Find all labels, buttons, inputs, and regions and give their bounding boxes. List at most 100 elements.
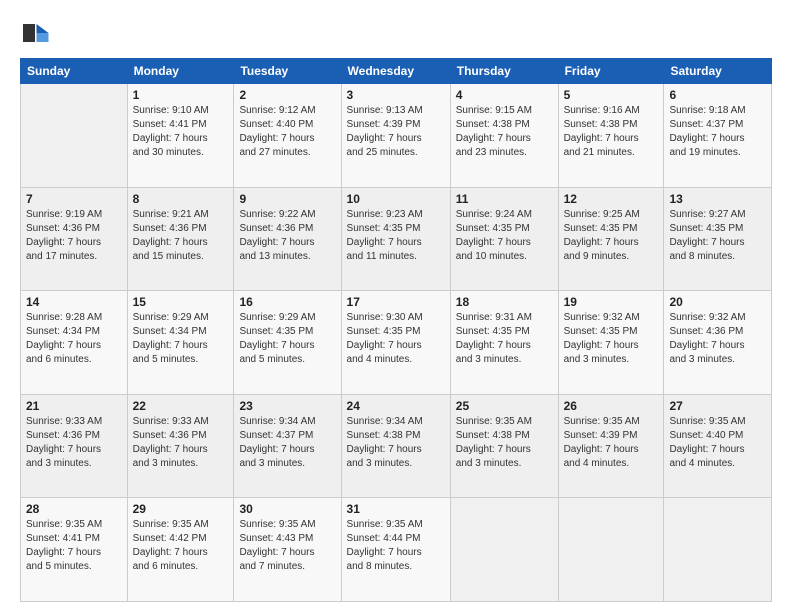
day-number: 17 (347, 295, 445, 309)
day-number: 3 (347, 88, 445, 102)
header (20, 18, 772, 48)
calendar-cell: 23 Sunrise: 9:34 AM Sunset: 4:37 PM Dayli… (234, 394, 341, 498)
calendar-cell: 10 Sunrise: 9:23 AM Sunset: 4:35 PM Dayli… (341, 187, 450, 291)
day-number: 11 (456, 192, 553, 206)
logo (20, 18, 54, 48)
day-header-sunday: Sunday (21, 59, 128, 84)
day-header-saturday: Saturday (664, 59, 772, 84)
day-number: 21 (26, 399, 122, 413)
day-number: 1 (133, 88, 229, 102)
day-number: 26 (564, 399, 659, 413)
calendar-cell: 1Sunrise: 9:10 AM Sunset: 4:41 PM Daylig… (127, 84, 234, 188)
day-info: Sunrise: 9:35 AM Sunset: 4:40 PM Dayligh… (669, 415, 766, 471)
day-number: 23 (239, 399, 335, 413)
day-number: 6 (669, 88, 766, 102)
day-info: Sunrise: 9:34 AM Sunset: 4:37 PM Dayligh… (239, 415, 335, 471)
calendar-cell: 17 Sunrise: 9:30 AM Sunset: 4:35 PM Dayli… (341, 291, 450, 395)
calendar-cell: 16 Sunrise: 9:29 AM Sunset: 4:35 PM Dayli… (234, 291, 341, 395)
day-info: Sunrise: 9:29 AM Sunset: 4:34 PM Dayligh… (133, 311, 229, 367)
day-info: Sunrise: 9:28 AM Sunset: 4:34 PM Dayligh… (26, 311, 122, 367)
page: SundayMondayTuesdayWednesdayThursdayFrid… (0, 0, 792, 612)
calendar-cell: 31 Sunrise: 9:35 AM Sunset: 4:44 PM Dayli… (341, 498, 450, 602)
day-number: 14 (26, 295, 122, 309)
day-info: Sunrise: 9:34 AM Sunset: 4:38 PM Dayligh… (347, 415, 445, 471)
day-info: Sunrise: 9:23 AM Sunset: 4:35 PM Dayligh… (347, 208, 445, 264)
day-info: Sunrise: 9:35 AM Sunset: 4:41 PM Dayligh… (26, 518, 122, 574)
calendar-cell (664, 498, 772, 602)
calendar-cell: 6Sunrise: 9:18 AM Sunset: 4:37 PM Daylig… (664, 84, 772, 188)
day-number: 12 (564, 192, 659, 206)
calendar-cell: 18 Sunrise: 9:31 AM Sunset: 4:35 PM Dayli… (450, 291, 558, 395)
calendar-cell: 4Sunrise: 9:15 AM Sunset: 4:38 PM Daylig… (450, 84, 558, 188)
day-info: Sunrise: 9:21 AM Sunset: 4:36 PM Dayligh… (133, 208, 229, 264)
day-info: Sunrise: 9:24 AM Sunset: 4:35 PM Dayligh… (456, 208, 553, 264)
calendar-cell: 28 Sunrise: 9:35 AM Sunset: 4:41 PM Dayli… (21, 498, 128, 602)
calendar-cell: 21Sunrise: 9:33 AM Sunset: 4:36 PM Dayli… (21, 394, 128, 498)
day-number: 2 (239, 88, 335, 102)
calendar-cell: 27 Sunrise: 9:35 AM Sunset: 4:40 PM Dayli… (664, 394, 772, 498)
day-header-monday: Monday (127, 59, 234, 84)
calendar-cell: 30 Sunrise: 9:35 AM Sunset: 4:43 PM Dayli… (234, 498, 341, 602)
day-number: 5 (564, 88, 659, 102)
day-info: Sunrise: 9:35 AM Sunset: 4:43 PM Dayligh… (239, 518, 335, 574)
day-info: Sunrise: 9:33 AM Sunset: 4:36 PM Dayligh… (133, 415, 229, 471)
day-number: 29 (133, 502, 229, 516)
calendar-cell: 19 Sunrise: 9:32 AM Sunset: 4:35 PM Dayli… (558, 291, 664, 395)
calendar-body: 1Sunrise: 9:10 AM Sunset: 4:41 PM Daylig… (21, 84, 772, 602)
calendar-week-3: 14 Sunrise: 9:28 AM Sunset: 4:34 PM Dayli… (21, 291, 772, 395)
day-info: Sunrise: 9:32 AM Sunset: 4:35 PM Dayligh… (564, 311, 659, 367)
day-info: Sunrise: 9:25 AM Sunset: 4:35 PM Dayligh… (564, 208, 659, 264)
day-number: 31 (347, 502, 445, 516)
calendar-cell: 7Sunrise: 9:19 AM Sunset: 4:36 PM Daylig… (21, 187, 128, 291)
day-number: 9 (239, 192, 335, 206)
day-info: Sunrise: 9:35 AM Sunset: 4:39 PM Dayligh… (564, 415, 659, 471)
day-info: Sunrise: 9:22 AM Sunset: 4:36 PM Dayligh… (239, 208, 335, 264)
day-number: 16 (239, 295, 335, 309)
calendar-header-row: SundayMondayTuesdayWednesdayThursdayFrid… (21, 59, 772, 84)
day-number: 15 (133, 295, 229, 309)
day-info: Sunrise: 9:19 AM Sunset: 4:36 PM Dayligh… (26, 208, 122, 264)
day-info: Sunrise: 9:13 AM Sunset: 4:39 PM Dayligh… (347, 104, 445, 160)
calendar-cell: 26 Sunrise: 9:35 AM Sunset: 4:39 PM Dayli… (558, 394, 664, 498)
calendar-cell (21, 84, 128, 188)
day-number: 10 (347, 192, 445, 206)
day-number: 30 (239, 502, 335, 516)
calendar-cell: 25Sunrise: 9:35 AM Sunset: 4:38 PM Dayli… (450, 394, 558, 498)
calendar-week-1: 1Sunrise: 9:10 AM Sunset: 4:41 PM Daylig… (21, 84, 772, 188)
day-number: 20 (669, 295, 766, 309)
day-info: Sunrise: 9:16 AM Sunset: 4:38 PM Dayligh… (564, 104, 659, 160)
day-info: Sunrise: 9:29 AM Sunset: 4:35 PM Dayligh… (239, 311, 335, 367)
day-info: Sunrise: 9:35 AM Sunset: 4:42 PM Dayligh… (133, 518, 229, 574)
day-number: 19 (564, 295, 659, 309)
calendar-week-2: 7Sunrise: 9:19 AM Sunset: 4:36 PM Daylig… (21, 187, 772, 291)
calendar-cell: 2 Sunrise: 9:12 AM Sunset: 4:40 PM Daylig… (234, 84, 341, 188)
day-info: Sunrise: 9:30 AM Sunset: 4:35 PM Dayligh… (347, 311, 445, 367)
day-info: Sunrise: 9:35 AM Sunset: 4:44 PM Dayligh… (347, 518, 445, 574)
calendar-cell: 5 Sunrise: 9:16 AM Sunset: 4:38 PM Daylig… (558, 84, 664, 188)
day-header-friday: Friday (558, 59, 664, 84)
day-number: 27 (669, 399, 766, 413)
calendar-week-4: 21 Sunrise: 9:33 AM Sunset: 4:36 PM Dayli… (21, 394, 772, 498)
calendar-table: SundayMondayTuesdayWednesdayThursdayFrid… (20, 58, 772, 602)
day-number: 18 (456, 295, 553, 309)
day-info: Sunrise: 9:31 AM Sunset: 4:35 PM Dayligh… (456, 311, 553, 367)
day-info: Sunrise: 9:35 AM Sunset: 4:38 PM Dayligh… (456, 415, 553, 471)
day-number: 8 (133, 192, 229, 206)
calendar-cell: 8 Sunrise: 9:21 AM Sunset: 4:36 PM Daylig… (127, 187, 234, 291)
day-number: 24 (347, 399, 445, 413)
calendar-cell: 3 Sunrise: 9:13 AM Sunset: 4:39 PM Daylig… (341, 84, 450, 188)
calendar-cell: 29 Sunrise: 9:35 AM Sunset: 4:42 PM Dayli… (127, 498, 234, 602)
calendar-cell (450, 498, 558, 602)
calendar-cell: 11 Sunrise: 9:24 AM Sunset: 4:35 PM Dayli… (450, 187, 558, 291)
calendar-cell (558, 498, 664, 602)
calendar-cell: 15 Sunrise: 9:29 AM Sunset: 4:34 PM Dayli… (127, 291, 234, 395)
calendar-week-5: 28 Sunrise: 9:35 AM Sunset: 4:41 PM Dayli… (21, 498, 772, 602)
day-number: 13 (669, 192, 766, 206)
calendar-cell: 9 Sunrise: 9:22 AM Sunset: 4:36 PM Daylig… (234, 187, 341, 291)
calendar-cell: 12 Sunrise: 9:25 AM Sunset: 4:35 PM Dayli… (558, 187, 664, 291)
day-info: Sunrise: 9:12 AM Sunset: 4:40 PM Dayligh… (239, 104, 335, 160)
day-header-wednesday: Wednesday (341, 59, 450, 84)
day-info: Sunrise: 9:32 AM Sunset: 4:36 PM Dayligh… (669, 311, 766, 367)
day-number: 28 (26, 502, 122, 516)
day-header-thursday: Thursday (450, 59, 558, 84)
